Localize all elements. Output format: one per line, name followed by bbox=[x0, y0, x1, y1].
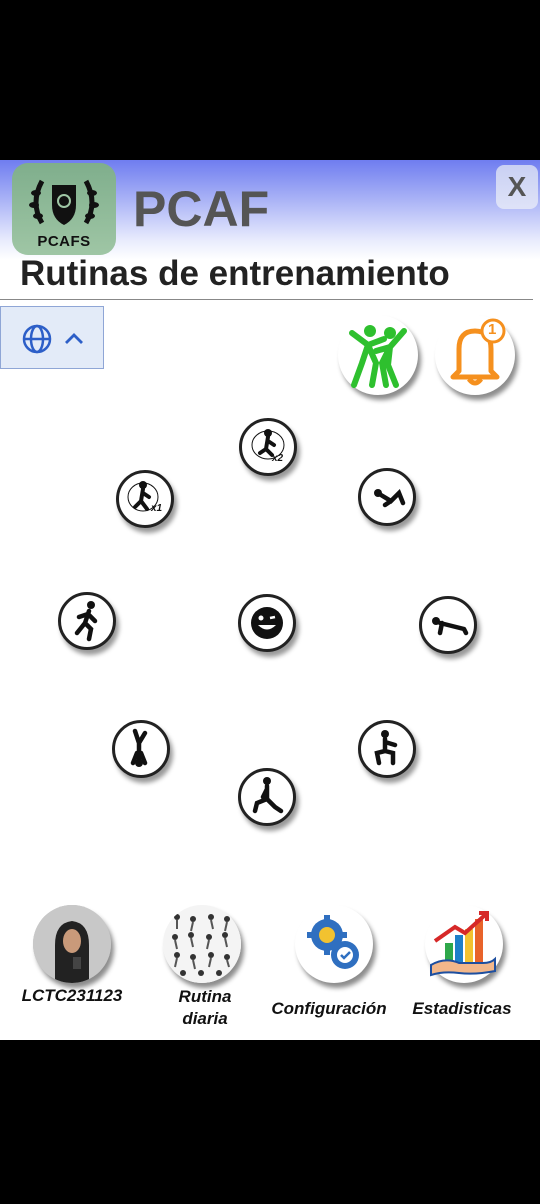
exercise-badge: x1 bbox=[151, 503, 163, 514]
situp-icon bbox=[374, 488, 406, 508]
daily-routine-label-line2: diaria bbox=[182, 1009, 228, 1028]
run-icon bbox=[74, 601, 98, 642]
exercise-pushup[interactable] bbox=[419, 596, 477, 654]
squat-icon bbox=[374, 730, 398, 766]
logo-text: PCAFS bbox=[37, 233, 91, 250]
daily-routine-label[interactable]: Rutina diaria bbox=[150, 986, 260, 1030]
exercise-smiley[interactable] bbox=[238, 594, 296, 652]
bell-icon bbox=[450, 318, 506, 386]
handstand-icon bbox=[130, 728, 148, 767]
settings-label[interactable]: Configuración bbox=[262, 998, 396, 1020]
app-screen: PCAFS PCAF X Rutinas de entrenamiento 1 bbox=[0, 160, 540, 1040]
profile-avatar[interactable] bbox=[33, 905, 111, 983]
notifications-button[interactable]: 1 bbox=[435, 315, 515, 395]
exercise-squat[interactable] bbox=[358, 720, 416, 778]
stats-chart-icon bbox=[430, 911, 496, 977]
exercise-run[interactable] bbox=[58, 592, 116, 650]
page-title: Rutinas de entrenamiento bbox=[20, 254, 450, 293]
lunge-icon bbox=[252, 777, 284, 814]
statistics-button[interactable] bbox=[425, 905, 503, 983]
exercise-lunge[interactable] bbox=[238, 768, 296, 826]
notification-badge: 1 bbox=[488, 321, 497, 338]
exercise-handstand[interactable] bbox=[112, 720, 170, 778]
gears-icon bbox=[307, 915, 359, 969]
exercise-badge: x2 bbox=[272, 453, 284, 464]
dancers-icon bbox=[349, 325, 407, 388]
exercise-jump-x1[interactable]: x1 bbox=[116, 470, 174, 528]
close-button[interactable]: X bbox=[496, 165, 538, 209]
exercise-jump-x2[interactable]: x2 bbox=[239, 418, 297, 476]
profile-label[interactable]: LCTC231123 bbox=[10, 985, 134, 1007]
exercise-situp[interactable] bbox=[358, 468, 416, 526]
daily-routine-label-line1: Rutina bbox=[178, 987, 232, 1006]
chevron-up-icon bbox=[65, 333, 83, 344]
smiley-icon bbox=[251, 607, 283, 639]
pushup-icon bbox=[432, 617, 469, 636]
routine-collage-icon bbox=[163, 905, 241, 983]
divider bbox=[0, 299, 533, 300]
dance-button[interactable] bbox=[338, 315, 418, 395]
settings-button[interactable] bbox=[295, 905, 373, 983]
app-name: PCAF bbox=[133, 181, 270, 237]
avatar bbox=[33, 905, 111, 983]
daily-routine-button[interactable] bbox=[163, 905, 241, 983]
jump-x1-icon bbox=[127, 481, 159, 512]
statistics-label[interactable]: Estadisticas bbox=[402, 998, 522, 1020]
jump-x2-icon bbox=[251, 429, 285, 460]
language-selector[interactable] bbox=[0, 306, 104, 369]
app-logo: PCAFS bbox=[12, 163, 116, 255]
globe-icon bbox=[22, 324, 52, 354]
